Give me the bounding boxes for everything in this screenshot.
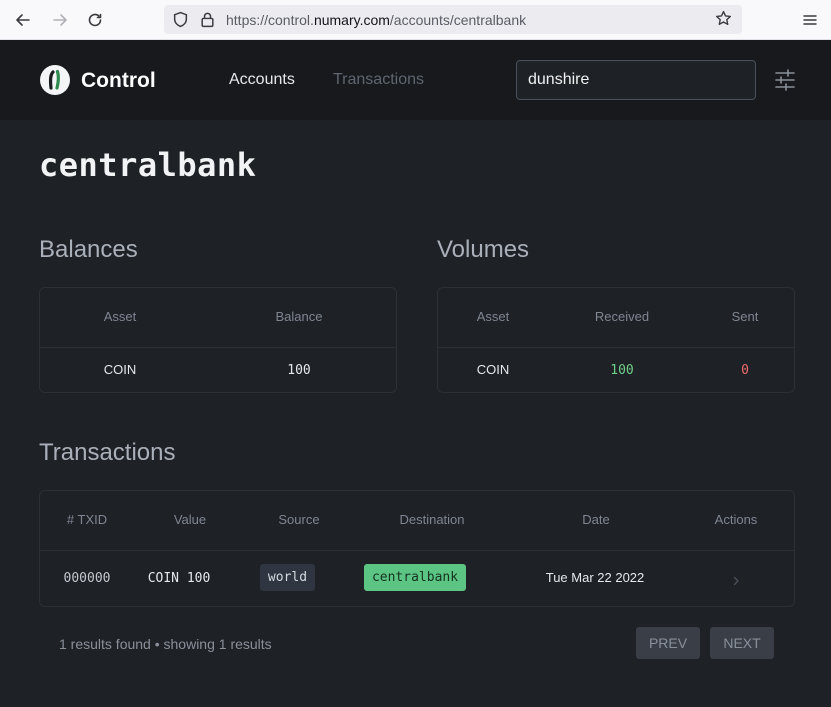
results-summary: 1 results found • showing 1 results bbox=[59, 636, 272, 652]
address-bar[interactable]: https://control.numary.com/accounts/cent… bbox=[164, 5, 742, 34]
bookmark-star-icon[interactable] bbox=[715, 10, 732, 27]
balances-table: Asset Balance COIN 100 bbox=[39, 287, 397, 393]
transactions-heading: Transactions bbox=[39, 439, 176, 466]
tx-source-tag[interactable]: world bbox=[260, 564, 315, 591]
back-icon[interactable] bbox=[11, 8, 35, 32]
logo-icon[interactable] bbox=[40, 65, 70, 95]
divider bbox=[40, 550, 794, 551]
balance-asset: COIN bbox=[103, 362, 137, 377]
nav-accounts[interactable]: Accounts bbox=[229, 71, 295, 89]
tx-destination-tag[interactable]: centralbank bbox=[364, 564, 466, 591]
tx-txid[interactable]: 000000 bbox=[47, 571, 127, 586]
lock-icon[interactable] bbox=[199, 11, 216, 28]
browser-toolbar: https://control.numary.com/accounts/cent… bbox=[0, 0, 831, 40]
divider bbox=[438, 347, 794, 348]
volumes-col-received: Received bbox=[594, 309, 650, 324]
sliders-icon[interactable] bbox=[774, 68, 796, 92]
tx-col-actions: Actions bbox=[714, 512, 758, 527]
page-title: centralbank bbox=[39, 146, 257, 184]
balances-col-balance: Balance bbox=[275, 309, 323, 324]
balances-heading: Balances bbox=[39, 236, 138, 263]
nav-transactions[interactable]: Transactions bbox=[333, 71, 424, 89]
shield-icon[interactable] bbox=[172, 11, 189, 28]
volumes-col-asset: Asset bbox=[476, 309, 510, 324]
balances-col-asset: Asset bbox=[103, 309, 137, 324]
tx-col-destination: Destination bbox=[399, 512, 465, 527]
tx-col-value: Value bbox=[173, 512, 207, 527]
volume-sent: 0 bbox=[741, 363, 749, 378]
search-input[interactable] bbox=[516, 60, 756, 100]
menu-icon[interactable] bbox=[798, 8, 822, 32]
reload-icon[interactable] bbox=[83, 8, 107, 32]
tx-col-source: Source bbox=[278, 512, 320, 527]
next-button[interactable]: NEXT bbox=[710, 627, 774, 659]
tx-col-date: Date bbox=[582, 512, 610, 527]
volumes-table: Asset Received Sent COIN 100 0 bbox=[437, 287, 795, 393]
volumes-heading: Volumes bbox=[437, 236, 530, 263]
brand-name[interactable]: Control bbox=[81, 69, 156, 93]
divider bbox=[40, 347, 396, 348]
forward-icon[interactable] bbox=[48, 8, 72, 32]
url-text[interactable]: https://control.numary.com/accounts/cent… bbox=[226, 12, 526, 28]
tx-col-txid: # TXID bbox=[66, 512, 108, 527]
tx-date: Tue Mar 22 2022 bbox=[545, 570, 645, 585]
prev-button[interactable]: PREV bbox=[636, 627, 700, 659]
volume-asset: COIN bbox=[476, 362, 510, 377]
balance-value: 100 bbox=[287, 363, 311, 378]
volumes-col-sent: Sent bbox=[731, 309, 759, 324]
tx-value: COIN 100 bbox=[147, 571, 211, 586]
volume-received: 100 bbox=[610, 363, 634, 378]
chevron-right-icon[interactable] bbox=[731, 573, 741, 586]
app-header: Control Accounts Transactions bbox=[0, 40, 831, 120]
